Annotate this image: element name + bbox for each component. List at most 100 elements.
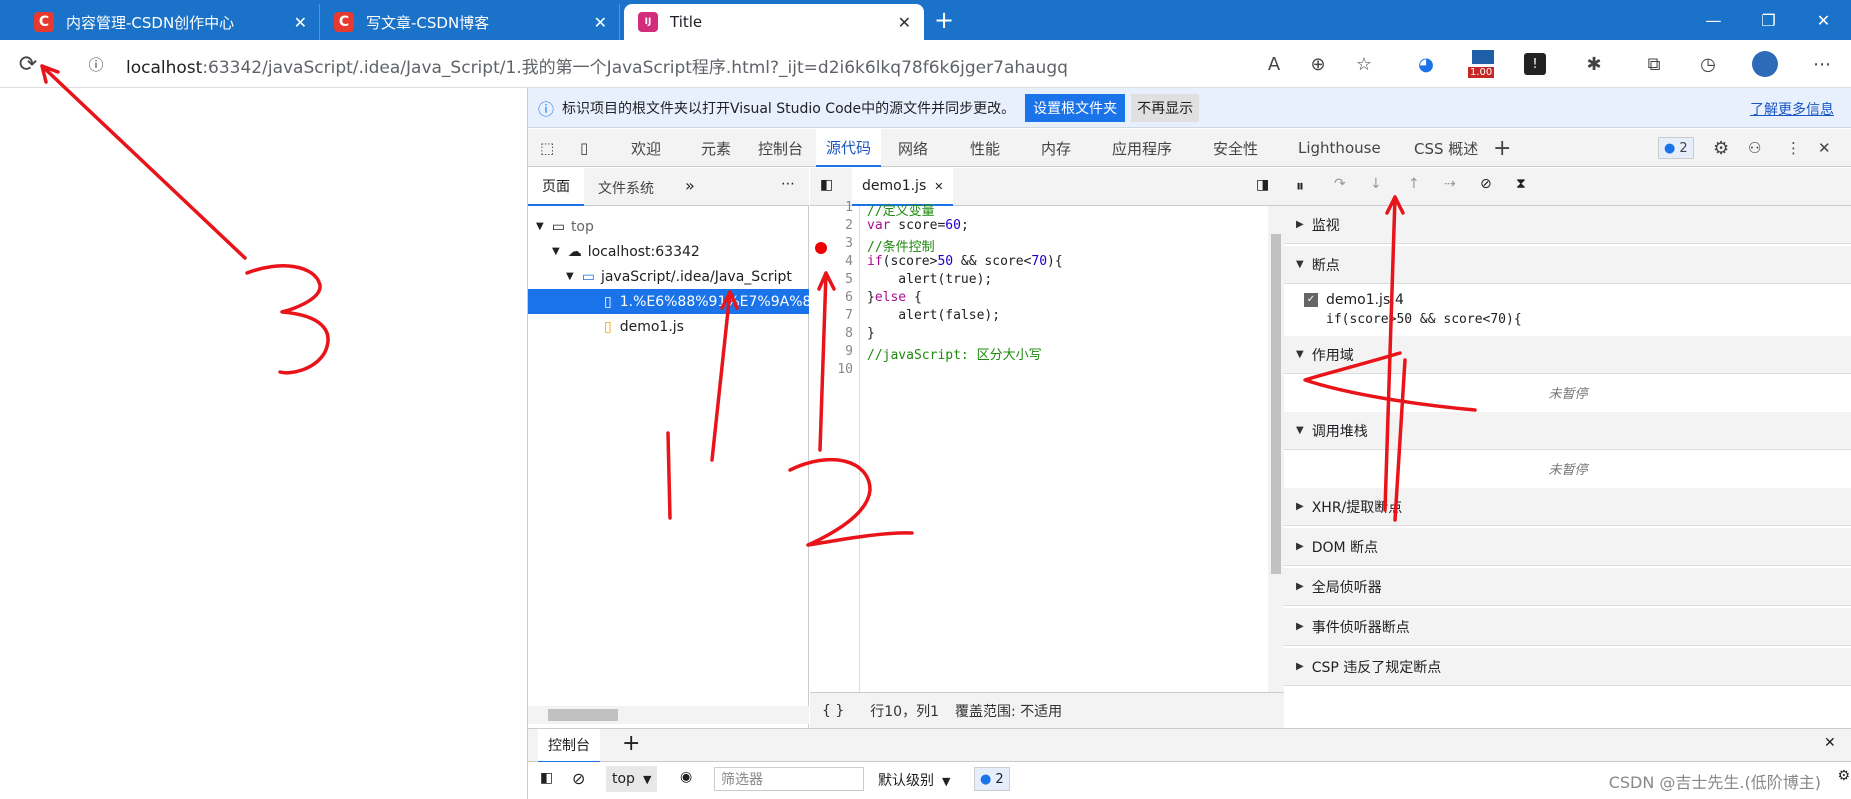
tree-item-host[interactable]: ▼ ☁ localhost:63342 xyxy=(528,239,809,264)
line-number[interactable]: 2 xyxy=(845,218,853,233)
read-aloud-icon[interactable]: A xyxy=(1260,50,1288,78)
horizontal-scrollbar[interactable] xyxy=(528,706,809,724)
more-icon[interactable]: ⋯ xyxy=(1808,50,1836,78)
step-icon[interactable]: ⇢ xyxy=(1444,176,1456,192)
tree-item-html-file[interactable]: ▯ 1.%E6%88%91%E7%9A%84 xyxy=(528,289,820,314)
tab-security[interactable]: 安全性 xyxy=(1213,129,1258,167)
step-into-icon[interactable]: ↓ xyxy=(1370,176,1382,192)
section-csp-breakpoints[interactable]: ▶ CSP 违反了规定断点 xyxy=(1284,648,1851,686)
line-number[interactable]: 9 xyxy=(845,344,853,359)
tab-performance[interactable]: 性能 xyxy=(970,129,1000,167)
context-select[interactable]: top ▼ xyxy=(606,766,658,792)
section-global-listeners[interactable]: ▶ 全局侦听器 xyxy=(1284,568,1851,606)
bookmark-ext-icon[interactable]: ! xyxy=(1524,53,1546,75)
tab-memory[interactable]: 内存 xyxy=(1041,129,1071,167)
tree-item-top[interactable]: ▼ ▭ top xyxy=(528,214,809,239)
close-icon[interactable]: ✕ xyxy=(594,13,607,32)
tab-welcome[interactable]: 欢迎 xyxy=(631,129,661,167)
info-icon[interactable]: ⓘ xyxy=(82,50,110,78)
new-tab-button[interactable]: + xyxy=(934,6,954,34)
extension-icon[interactable]: ◕ xyxy=(1412,50,1440,78)
puzzle-icon[interactable]: ✱ xyxy=(1580,50,1608,78)
step-over-icon[interactable]: ↷ xyxy=(1334,176,1346,192)
set-root-folder-button[interactable]: 设置根文件夹 xyxy=(1025,93,1126,122)
breakpoint-marker[interactable] xyxy=(815,242,827,254)
avatar[interactable] xyxy=(1752,51,1778,77)
scrollbar-thumb[interactable] xyxy=(1271,234,1281,574)
tab-css-overview[interactable]: CSS 概述 xyxy=(1414,129,1478,167)
vertical-scrollbar[interactable] xyxy=(1268,206,1284,692)
learn-more-link[interactable]: 了解更多信息 xyxy=(1750,99,1834,119)
favorite-icon[interactable]: ☆ xyxy=(1350,50,1378,78)
tree-item-js-file[interactable]: ▯ demo1.js xyxy=(528,314,809,339)
close-icon[interactable]: ✕ xyxy=(934,180,943,193)
dont-show-again-button[interactable]: 不再显示 xyxy=(1131,93,1200,122)
tab-network[interactable]: 网络 xyxy=(898,129,928,167)
sidebar-toggle-icon[interactable]: ◧ xyxy=(540,770,553,786)
filter-input[interactable]: 筛选器 xyxy=(714,767,864,791)
line-number[interactable]: 1 xyxy=(845,200,853,215)
drawer-tab-console[interactable]: 控制台 xyxy=(538,729,600,763)
tab-elements[interactable]: 元素 xyxy=(701,129,731,167)
zoom-icon[interactable]: ⊕ xyxy=(1304,50,1332,78)
more-icon[interactable]: ⋮ xyxy=(1786,129,1801,167)
line-number[interactable]: 10 xyxy=(837,362,853,377)
section-watch[interactable]: ▶ 监视 xyxy=(1284,206,1851,244)
tab-page[interactable]: 页面 xyxy=(528,168,584,206)
section-xhr-breakpoints[interactable]: ▶ XHR/提取断点 xyxy=(1284,488,1851,526)
gear-icon[interactable]: ⚙ xyxy=(1713,129,1729,167)
line-number[interactable]: 4 xyxy=(845,254,853,269)
section-dom-breakpoints[interactable]: ▶ DOM 断点 xyxy=(1284,528,1851,566)
issues-badge[interactable]: ● 2 xyxy=(1658,137,1694,159)
gear-icon[interactable]: ⚙ xyxy=(1837,768,1850,784)
add-drawer-tab-icon[interactable]: + xyxy=(622,731,640,756)
close-window-icon[interactable]: ✕ xyxy=(1796,0,1851,40)
checkbox-checked[interactable]: ✓ xyxy=(1304,293,1318,307)
line-number[interactable]: 6 xyxy=(845,290,853,305)
tree-item-folder[interactable]: ▼ ▭ javaScript/.idea/Java_Script xyxy=(528,264,809,289)
close-drawer-icon[interactable]: ✕ xyxy=(1824,735,1836,751)
browser-tab-3-active[interactable]: IJ Title ✕ xyxy=(624,4,924,40)
tab-console[interactable]: 控制台 xyxy=(758,129,803,167)
pretty-print-button[interactable]: { } xyxy=(822,703,844,719)
tab-application[interactable]: 应用程序 xyxy=(1112,129,1172,167)
close-icon[interactable]: ✕ xyxy=(294,13,307,32)
section-event-listener-breakpoints[interactable]: ▶ 事件侦听器断点 xyxy=(1284,608,1851,646)
close-icon[interactable]: ✕ xyxy=(898,13,911,32)
more-icon[interactable]: ⋯ xyxy=(781,176,795,192)
browser-tab-1[interactable]: C 内容管理-CSDN创作中心 ✕ xyxy=(20,4,320,40)
history-icon[interactable]: ◷ xyxy=(1694,50,1722,78)
log-level-select[interactable]: 默认级别 ▼ xyxy=(878,770,950,790)
breakpoint-entry[interactable]: ✓ demo1.js:4 xyxy=(1304,292,1404,308)
console-issues-badge[interactable]: ● 2 xyxy=(974,767,1010,791)
url-field[interactable]: localhost:63342/javaScript/.idea/Java_Sc… xyxy=(126,53,1068,78)
line-gutter[interactable]: 1 2 3 4 5 6 7 8 9 10 xyxy=(810,200,860,692)
toggle-debugger-icon[interactable]: ◨ xyxy=(1256,177,1269,193)
scrollbar-thumb[interactable] xyxy=(548,709,618,721)
people-icon[interactable]: ⚇ xyxy=(1748,129,1761,167)
deactivate-breakpoints-icon[interactable]: ⊘ xyxy=(1480,176,1492,192)
device-icon[interactable]: ▯ xyxy=(580,129,588,167)
pause-on-exceptions-icon[interactable]: ⧗ xyxy=(1516,176,1526,192)
more-tabs-icon[interactable]: » xyxy=(685,176,695,195)
line-number[interactable]: 3 xyxy=(845,236,853,251)
pause-icon[interactable]: ⏸ xyxy=(1296,176,1304,196)
minimize-icon[interactable]: — xyxy=(1686,0,1741,40)
section-breakpoints[interactable]: ▼ 断点 xyxy=(1284,246,1851,284)
line-number[interactable]: 5 xyxy=(845,272,853,287)
step-out-icon[interactable]: ↑ xyxy=(1408,176,1420,192)
tab-sources[interactable]: 源代码 xyxy=(816,129,882,167)
tab-filesystem[interactable]: 文件系统 xyxy=(598,178,654,198)
close-devtools-icon[interactable]: ✕ xyxy=(1818,129,1831,167)
restore-icon[interactable]: ❐ xyxy=(1741,0,1796,40)
extension-badge-icon[interactable]: 1.00 xyxy=(1468,50,1498,78)
section-scope[interactable]: ▼ 作用域 xyxy=(1284,336,1851,374)
toggle-navigator-icon[interactable]: ◧ xyxy=(820,177,833,193)
collections-icon[interactable]: ⧉ xyxy=(1640,50,1668,78)
tab-lighthouse[interactable]: Lighthouse xyxy=(1298,129,1381,167)
clear-console-icon[interactable]: ⊘ xyxy=(572,769,585,788)
add-tab-icon[interactable]: + xyxy=(1493,129,1511,167)
line-number[interactable]: 7 xyxy=(845,308,853,323)
reload-icon[interactable]: ⟳ xyxy=(14,50,42,78)
line-number[interactable]: 8 xyxy=(845,326,853,341)
